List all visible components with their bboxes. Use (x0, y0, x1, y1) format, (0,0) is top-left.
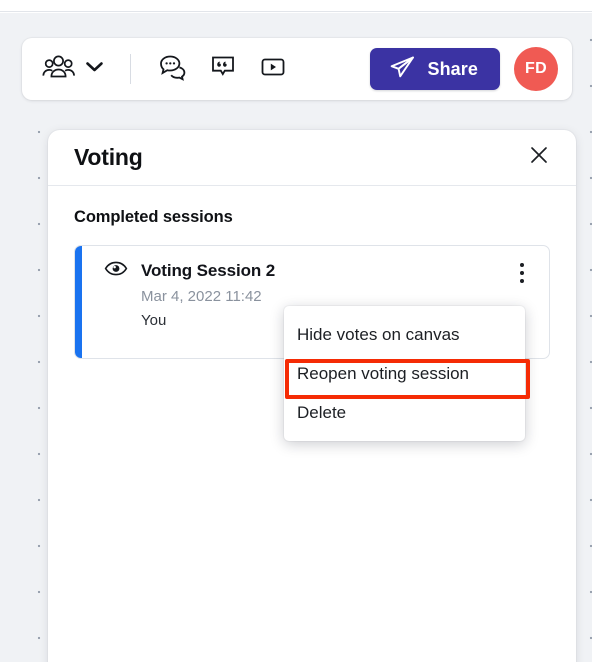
play-frame-icon (259, 55, 287, 84)
app-root: Share FD Voting Completed sessions Votin… (0, 0, 592, 662)
sticky-quote-button[interactable] (203, 49, 243, 89)
page-title: Voting (74, 144, 143, 170)
top-toolbar: Share FD (22, 38, 572, 100)
completed-sessions-heading: Completed sessions (74, 208, 233, 226)
avatar[interactable]: FD (514, 47, 558, 91)
browser-top-strip (0, 0, 592, 12)
quote-bubble-icon (209, 53, 237, 86)
kebab-dot (520, 263, 524, 267)
paper-plane-icon (388, 54, 416, 85)
eye-icon[interactable] (104, 260, 128, 282)
session-context-menu: Hide votes on canvas Reopen voting sessi… (284, 306, 525, 441)
collaborators-button[interactable] (40, 52, 106, 87)
kebab-dot (520, 271, 524, 275)
comment-bubble-icon (158, 53, 188, 86)
session-date: Mar 4, 2022 11:42 (141, 288, 262, 305)
chevron-down-icon (85, 60, 104, 78)
session-title-row: Voting Session 2 (104, 260, 535, 282)
kebab-dot (520, 279, 524, 283)
share-label: Share (427, 58, 478, 79)
toolbar-divider (130, 54, 131, 84)
session-name: Voting Session 2 (141, 261, 276, 280)
present-button[interactable] (253, 49, 293, 89)
menu-item-hide-votes[interactable]: Hide votes on canvas (284, 315, 525, 354)
share-button[interactable]: Share (370, 48, 500, 90)
comment-button[interactable] (153, 49, 193, 89)
people-group-icon (42, 54, 76, 85)
voting-panel-header: Voting (48, 130, 576, 186)
close-panel-button[interactable] (524, 143, 554, 173)
menu-item-delete[interactable]: Delete (284, 393, 525, 432)
close-icon (528, 144, 550, 171)
session-accent-bar (75, 246, 82, 358)
menu-item-reopen-session[interactable]: Reopen voting session (284, 354, 525, 393)
kebab-menu-icon[interactable] (511, 260, 533, 286)
